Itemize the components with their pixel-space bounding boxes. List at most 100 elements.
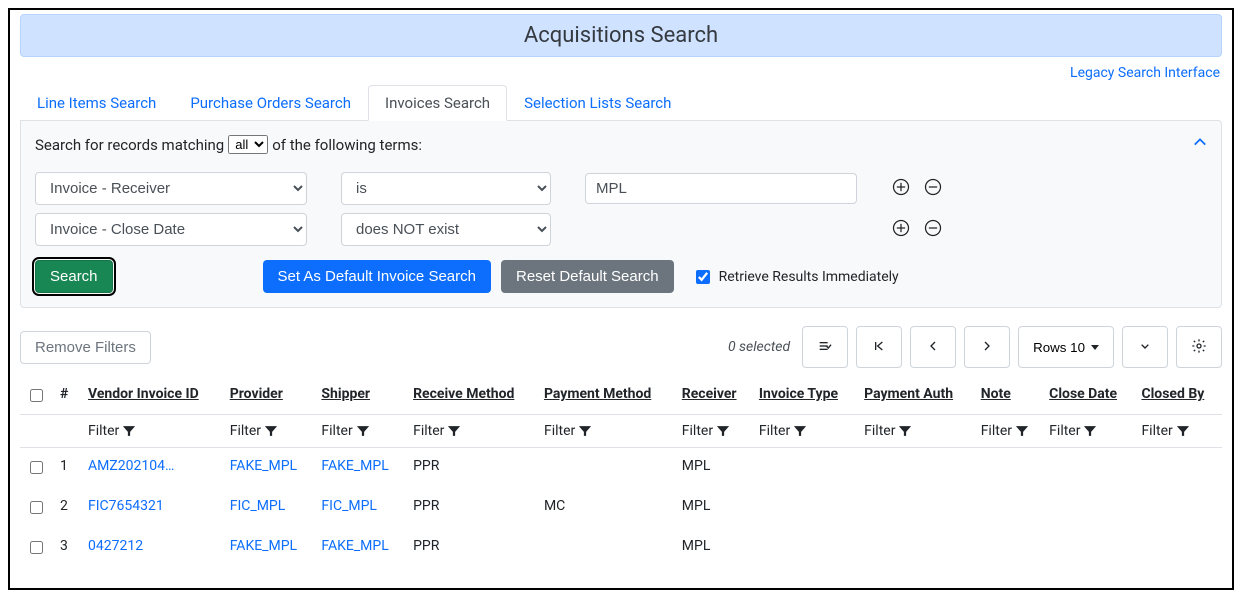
note <box>975 528 1043 568</box>
filter-icon <box>717 425 729 437</box>
search-button[interactable]: Search <box>35 260 113 293</box>
column-filter[interactable]: Filter <box>981 423 1028 439</box>
filter-label: Filter <box>682 423 713 439</box>
payment-auth <box>858 528 975 568</box>
column-filter[interactable]: Filter <box>682 423 729 439</box>
closed-by <box>1135 448 1222 489</box>
term-value-input[interactable] <box>585 173 857 204</box>
column-filter[interactable]: Filter <box>759 423 806 439</box>
close-date <box>1043 448 1135 489</box>
col-shipper[interactable]: Shipper <box>315 378 407 415</box>
vendor-invoice-link[interactable]: FIC7654321 <box>88 498 164 514</box>
col-close-date[interactable]: Close Date <box>1043 378 1135 415</box>
results-table: # Vendor Invoice ID Provider Shipper Rec… <box>20 378 1222 568</box>
chevron-up-icon[interactable] <box>1193 135 1207 153</box>
chevron-down-icon <box>1137 338 1153 357</box>
shipper-link[interactable]: FIC_MPL <box>321 498 377 514</box>
minus-icon[interactable] <box>923 177 943 201</box>
column-filter[interactable]: Filter <box>230 423 277 439</box>
provider-link[interactable]: FAKE_MPL <box>230 458 297 474</box>
close-date <box>1043 488 1135 528</box>
chevron-right-icon <box>979 338 995 357</box>
filter-icon <box>794 425 806 437</box>
shipper-link[interactable]: FAKE_MPL <box>321 538 388 554</box>
provider-link[interactable]: FAKE_MPL <box>230 538 297 554</box>
term-op-select[interactable]: is <box>341 172 551 205</box>
tab-purchase-orders[interactable]: Purchase Orders Search <box>173 85 368 121</box>
column-filter[interactable]: Filter <box>864 423 911 439</box>
col-invoice-type[interactable]: Invoice Type <box>753 378 858 415</box>
checklist-icon <box>817 338 833 357</box>
col-payment-auth[interactable]: Payment Auth <box>858 378 975 415</box>
row-checkbox[interactable] <box>30 461 43 474</box>
payment-auth <box>858 448 975 489</box>
row-number: 1 <box>54 448 82 489</box>
receive-method: PPR <box>407 448 538 489</box>
settings-button[interactable] <box>1176 326 1222 368</box>
vendor-invoice-link[interactable]: AMZ202104… <box>88 458 174 474</box>
row-checkbox[interactable] <box>30 501 43 514</box>
filter-label: Filter <box>1049 423 1080 439</box>
column-filter[interactable]: Filter <box>88 423 135 439</box>
column-filter[interactable]: Filter <box>544 423 591 439</box>
filter-icon <box>899 425 911 437</box>
plus-icon[interactable] <box>891 218 911 242</box>
invoice-type <box>753 448 858 489</box>
col-note[interactable]: Note <box>975 378 1043 415</box>
term-field-select[interactable]: Invoice - Receiver <box>35 172 307 205</box>
retrieve-immediately-label[interactable]: Retrieve Results Immediately <box>692 267 899 287</box>
filter-label: Filter <box>981 423 1012 439</box>
filter-icon <box>265 425 277 437</box>
page-title: Acquisitions Search <box>20 14 1222 57</box>
filter-label: Filter <box>544 423 575 439</box>
col-receive-method[interactable]: Receive Method <box>407 378 538 415</box>
select-all-checkbox[interactable] <box>30 389 43 402</box>
col-payment-method[interactable]: Payment Method <box>538 378 676 415</box>
column-filter[interactable]: Filter <box>1141 423 1188 439</box>
tab-invoices[interactable]: Invoices Search <box>368 85 507 121</box>
col-closed-by[interactable]: Closed By <box>1135 378 1222 415</box>
filter-icon <box>123 425 135 437</box>
column-filter[interactable]: Filter <box>1049 423 1096 439</box>
rows-label: Rows 10 <box>1033 340 1085 355</box>
legacy-search-link[interactable]: Legacy Search Interface <box>1070 65 1220 81</box>
vendor-invoice-link[interactable]: 0427212 <box>88 538 143 554</box>
column-filter[interactable]: Filter <box>321 423 368 439</box>
col-receiver[interactable]: Receiver <box>676 378 753 415</box>
term-op-select[interactable]: does NOT exist <box>341 213 551 246</box>
term-row-1: Invoice - Close Date does NOT exist <box>35 213 1207 246</box>
col-provider[interactable]: Provider <box>224 378 316 415</box>
remove-filters-button[interactable]: Remove Filters <box>20 331 151 364</box>
receive-method: PPR <box>407 528 538 568</box>
col-vendor-invoice-id[interactable]: Vendor Invoice ID <box>82 378 224 415</box>
close-date <box>1043 528 1135 568</box>
tab-selection-lists[interactable]: Selection Lists Search <box>507 85 688 121</box>
conjunction-select[interactable]: all <box>228 135 268 154</box>
filter-icon <box>448 425 460 437</box>
minus-icon[interactable] <box>923 218 943 242</box>
set-default-button[interactable]: Set As Default Invoice Search <box>263 260 491 293</box>
first-page-button[interactable] <box>856 326 902 368</box>
receiver: MPL <box>676 488 753 528</box>
retrieve-immediately-text: Retrieve Results Immediately <box>719 269 899 285</box>
receive-method: PPR <box>407 488 538 528</box>
column-filter[interactable]: Filter <box>413 423 460 439</box>
reset-default-button[interactable]: Reset Default Search <box>501 260 674 293</box>
col-num[interactable]: # <box>54 378 82 415</box>
filter-icon <box>1016 425 1028 437</box>
table-row: 1AMZ202104…FAKE_MPLFAKE_MPLPPRMPL <box>20 448 1222 489</box>
next-page-button[interactable] <box>964 326 1010 368</box>
tab-line-items[interactable]: Line Items Search <box>20 85 173 121</box>
term-field-select[interactable]: Invoice - Close Date <box>35 213 307 246</box>
provider-link[interactable]: FIC_MPL <box>230 498 286 514</box>
row-checkbox[interactable] <box>30 541 43 554</box>
rows-per-page-button[interactable]: Rows 10 <box>1018 326 1114 368</box>
retrieve-immediately-checkbox[interactable] <box>696 270 710 284</box>
select-actions-button[interactable] <box>802 326 848 368</box>
shipper-link[interactable]: FAKE_MPL <box>321 458 388 474</box>
prev-page-button[interactable] <box>910 326 956 368</box>
expand-button[interactable] <box>1122 326 1168 368</box>
plus-icon[interactable] <box>891 177 911 201</box>
filter-label: Filter <box>321 423 352 439</box>
table-row: 2FIC7654321FIC_MPLFIC_MPLPPRMCMPL <box>20 488 1222 528</box>
